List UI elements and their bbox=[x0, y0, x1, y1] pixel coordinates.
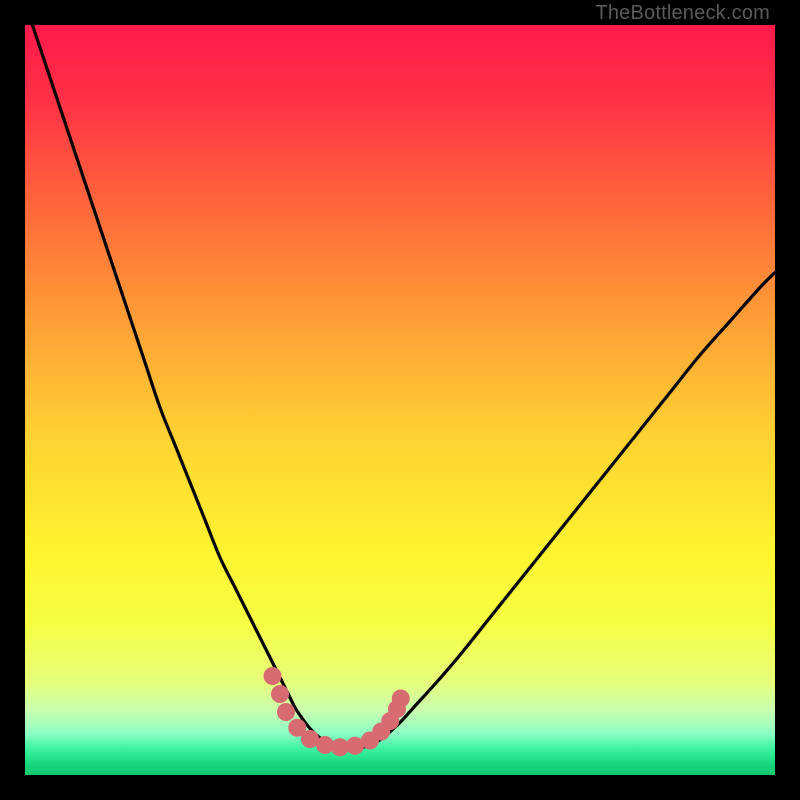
chart-frame bbox=[25, 25, 775, 775]
bottom-marker bbox=[392, 690, 410, 708]
bottleneck-chart bbox=[25, 25, 775, 775]
watermark-text: TheBottleneck.com bbox=[595, 2, 770, 25]
bottom-marker bbox=[264, 667, 282, 685]
bottom-marker bbox=[271, 685, 289, 703]
bottom-marker bbox=[277, 703, 295, 721]
